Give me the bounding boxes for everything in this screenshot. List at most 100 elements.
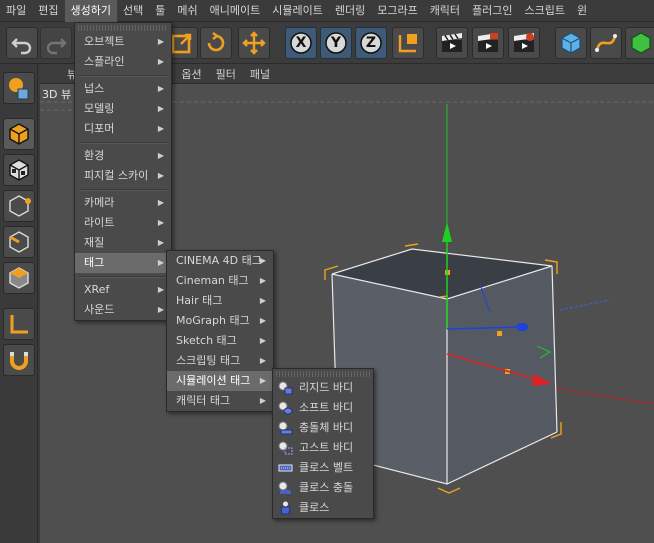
axis-z-button[interactable]: Z [355,27,387,59]
coordinate-system-button[interactable] [392,27,424,59]
create-item-spline[interactable]: 스플라인 ▶ [75,52,171,72]
snap-button[interactable] [3,344,35,376]
render-settings-button[interactable] [508,27,540,59]
polygon-mode-button[interactable] [3,262,35,294]
point-mode-button[interactable] [3,190,35,222]
menu-window[interactable]: 윈 [571,0,593,22]
menu-render[interactable]: 렌더링 [329,0,371,22]
menu-character[interactable]: 캐릭터 [424,0,466,22]
create-item-camera[interactable]: 카메라 ▶ [75,193,171,213]
create-item-physical-sky[interactable]: 피지컬 스카이 ▶ [75,166,171,186]
rigid-body-icon [278,381,293,395]
tag-item-cinema4d[interactable]: CINEMA 4D 태그 ▶ [167,251,273,271]
chevron-right-icon: ▶ [157,104,164,113]
create-item-sound[interactable]: 사운드 ▶ [75,300,171,320]
scale-icon [171,33,192,54]
texture-mode-button[interactable] [3,154,35,186]
create-item-deformer[interactable]: 디포머 ▶ [75,119,171,139]
viewport-title: 3D 뷰 [42,88,72,101]
menu-create[interactable]: 생성하기 [64,0,117,22]
create-item-nurbs[interactable]: 넙스 ▶ [75,79,171,99]
point-mode-icon [9,195,31,217]
edge-mode-icon [9,231,29,253]
menu-animate[interactable]: 애니메이트 [204,0,267,22]
tag-item-mograph[interactable]: MoGraph 태그 ▶ [167,311,273,331]
axis-mode-button[interactable] [3,308,35,340]
texture-mode-icon [9,159,29,181]
menu-select[interactable]: 선택 [117,0,149,22]
menu-simulate[interactable]: 시뮬레이트 [266,0,329,22]
menu-script[interactable]: 스크립트 [519,0,571,22]
tag-item-sketch[interactable]: Sketch 태그 ▶ [167,331,273,351]
sim-item-cloth-belt[interactable]: 클로스 벨트 [273,458,373,478]
render-to-picture-viewer-button[interactable] [472,27,504,59]
menu-edit[interactable]: 편집 [32,0,64,22]
undo-icon [11,38,32,55]
menu-tools[interactable]: 툴 [149,0,171,22]
create-item-xref[interactable]: XRef ▶ [75,280,171,300]
create-item-light[interactable]: 라이트 ▶ [75,213,171,233]
create-menu: 오브젝트 ▶ 스플라인 ▶ 넙스 ▶ 모델링 ▶ 디포머 ▶ 환경 ▶ 피지컬 스카이 ▶ 카… [74,22,172,321]
viewport-menu-filter[interactable]: 필터 [209,66,243,82]
axis-y-label: Y [330,35,342,51]
chevron-right-icon: ▶ [157,198,164,207]
axis-y-button[interactable]: Y [320,27,352,59]
menu-mograph[interactable]: 모그라프 [371,0,423,22]
menu-separator [75,72,171,79]
make-editable-button[interactable] [3,72,35,104]
cube-object-button[interactable] [555,27,587,59]
model-mode-button[interactable] [3,118,35,150]
tag-item-simulation[interactable]: 시뮬레이션 태그 ▶ [167,371,273,391]
menu-separator [75,273,171,280]
chevron-right-icon: ▶ [157,285,164,294]
create-item-tag[interactable]: 태그 ▶ [75,253,171,273]
create-item-object[interactable]: 오브젝트 ▶ [75,32,171,52]
soft-body-icon [278,401,293,415]
tag-item-hair[interactable]: Hair 태그 ▶ [167,291,273,311]
viewport-menu-panel[interactable]: 패널 [243,66,277,82]
sim-item-ghost-body[interactable]: 고스트 바디 [273,438,373,458]
nurbs-button[interactable] [625,27,654,59]
sim-item-soft-body[interactable]: 소프트 바디 [273,398,373,418]
chevron-right-icon: ▶ [157,218,164,227]
chevron-right-icon: ▶ [259,396,266,405]
create-item-environment[interactable]: 환경 ▶ [75,146,171,166]
tag-item-character[interactable]: 캐릭터 태그 ▶ [167,391,273,411]
y-axis-arrowhead [442,222,452,242]
create-item-modeling[interactable]: 모델링 ▶ [75,99,171,119]
menu-grip[interactable] [78,25,168,31]
spline-pen-button[interactable] [590,27,622,59]
tag-item-cineman[interactable]: Cineman 태그 ▶ [167,271,273,291]
sim-item-cloth-collider[interactable]: 클로스 충돌 [273,478,373,498]
cube-icon [561,32,581,54]
chevron-right-icon: ▶ [259,356,266,365]
move-tool-button[interactable] [238,27,270,59]
move-icon [242,31,266,55]
sim-item-collider-body[interactable]: 충돌체 바디 [273,418,373,438]
redo-button[interactable] [40,27,72,59]
menu-grip[interactable] [276,371,370,377]
collider-body-icon [278,421,293,435]
viewport-menu-options[interactable]: 옵션 [174,66,208,82]
sim-item-rigid-body[interactable]: 리지드 바디 [273,378,373,398]
render-view-button[interactable] [436,27,468,59]
tag-item-scripting[interactable]: 스크립팅 태그 ▶ [167,351,273,371]
chevron-right-icon: ▶ [157,124,164,133]
menu-plugins[interactable]: 플러그인 [466,0,518,22]
tag-submenu: CINEMA 4D 태그 ▶ Cineman 태그 ▶ Hair 태그 ▶ MoGra… [166,250,274,412]
rotate-tool-button[interactable] [200,27,232,59]
sim-item-cloth[interactable]: 클로스 [273,498,373,518]
edge-mode-button[interactable] [3,226,35,258]
menu-file[interactable]: 파일 [0,0,32,22]
menu-mesh[interactable]: 메쉬 [171,0,203,22]
create-item-material[interactable]: 재질 ▶ [75,233,171,253]
undo-button[interactable] [6,27,38,59]
nurbs-icon [631,32,651,54]
chevron-right-icon: ▶ [259,316,266,325]
chevron-right-icon: ▶ [157,171,164,180]
make-editable-icon [9,78,29,100]
cube-side-face [447,266,557,484]
cloth-collider-icon [278,481,291,494]
axis-x-button[interactable]: X [285,27,317,59]
z-guide-dashed [559,299,611,311]
